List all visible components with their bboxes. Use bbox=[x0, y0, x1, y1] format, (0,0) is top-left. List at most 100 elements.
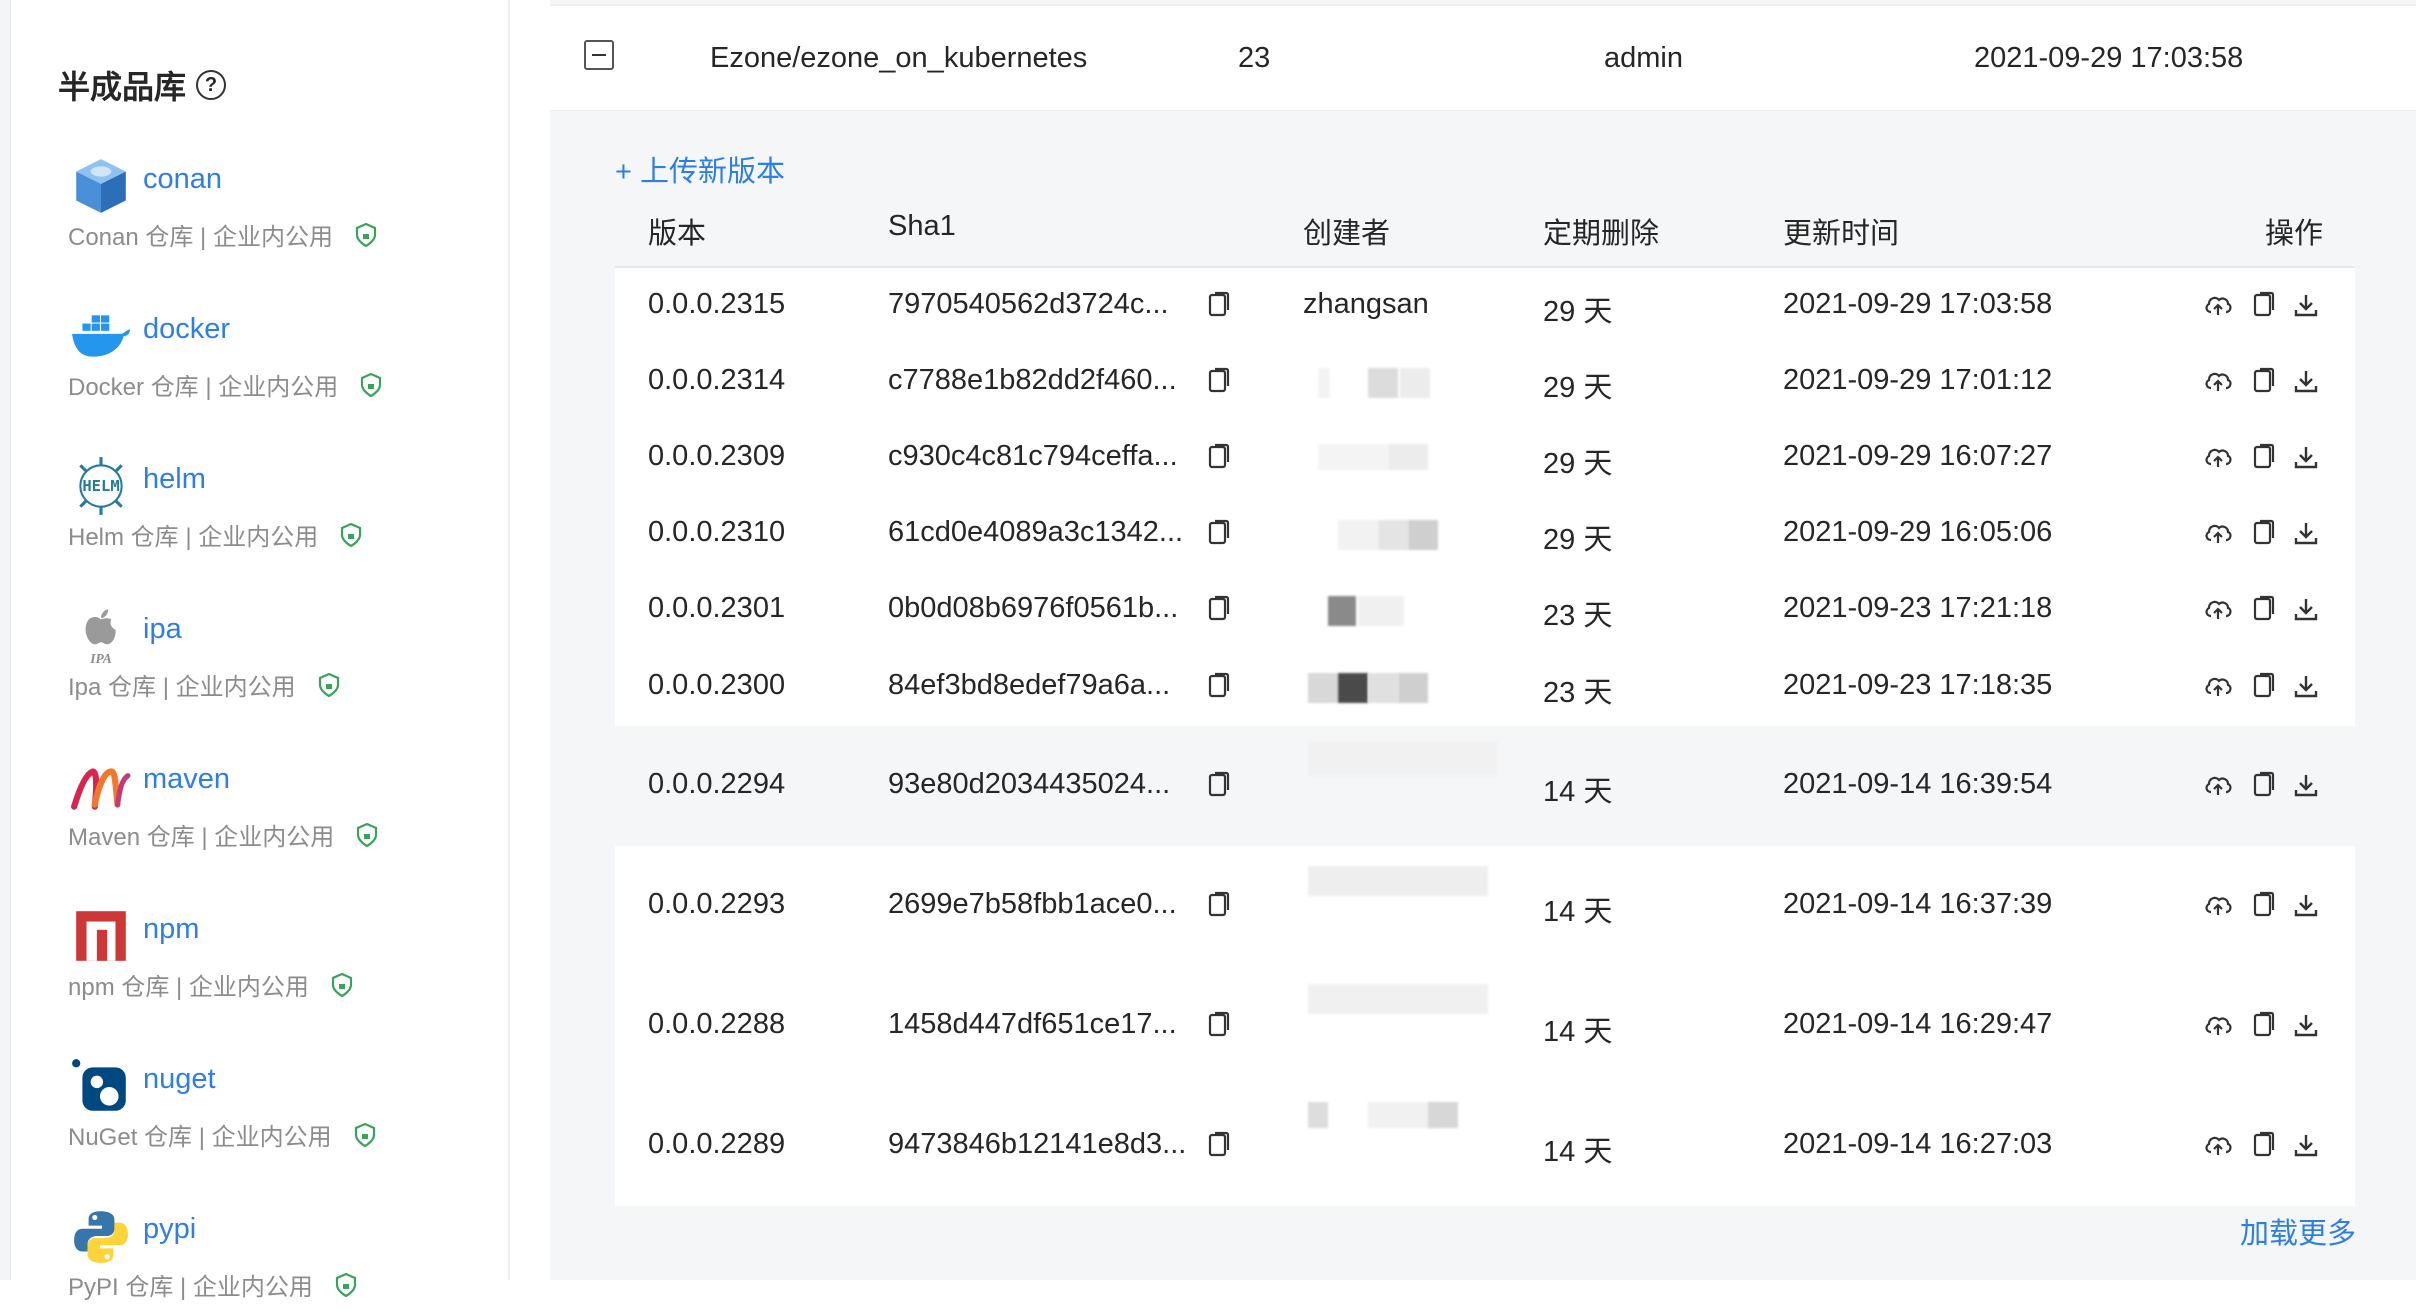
table-row: 0.0.0.2315 7970540562d3724c... zhangsan 29 … bbox=[615, 268, 2355, 344]
sha1-cell: 0b0d08b6976f0561b... bbox=[888, 592, 1179, 624]
copy-icon[interactable] bbox=[2247, 594, 2277, 624]
download-icon[interactable] bbox=[2291, 442, 2321, 472]
copy-icon[interactable] bbox=[2247, 1130, 2277, 1160]
redacted-creator bbox=[1368, 673, 1398, 703]
shield-icon bbox=[361, 372, 382, 397]
header-expire: 定期删除 bbox=[1543, 218, 1660, 250]
upload-cloud-icon[interactable] bbox=[2203, 442, 2233, 472]
copy-icon[interactable] bbox=[2247, 890, 2277, 920]
version-cell: 0.0.0.2301 bbox=[648, 592, 786, 624]
copy-sha1-icon[interactable] bbox=[1202, 594, 1232, 624]
upload-cloud-icon[interactable] bbox=[2203, 366, 2233, 396]
updated-cell: 2021-09-29 17:03:58 bbox=[1783, 288, 2053, 320]
upload-cloud-icon[interactable] bbox=[2203, 890, 2233, 920]
repo-desc: PyPI 仓库 | 企业内公用 bbox=[68, 1267, 357, 1302]
upload-new-version-link[interactable]: + 上传新版本 bbox=[615, 148, 785, 190]
repo-desc: npm 仓库 | 企业内公用 bbox=[68, 967, 353, 1002]
sha1-cell: 9473846b12141e8d3... bbox=[888, 1128, 1187, 1160]
upload-cloud-icon[interactable] bbox=[2203, 671, 2233, 701]
download-icon[interactable] bbox=[2291, 770, 2321, 800]
repo-name: npm bbox=[143, 913, 200, 945]
upload-cloud-icon[interactable] bbox=[2203, 770, 2233, 800]
redacted-creator bbox=[1428, 1102, 1458, 1128]
repo-item-pypi[interactable]: pypi PyPI 仓库 | 企业内公用 bbox=[58, 1205, 498, 1315]
creator-cell: zhangsan bbox=[1303, 288, 1429, 320]
updated-cell: 2021-09-14 16:39:54 bbox=[1783, 768, 2053, 800]
download-icon[interactable] bbox=[2291, 290, 2321, 320]
copy-icon[interactable] bbox=[2247, 442, 2277, 472]
updated-cell: 2021-09-23 17:18:35 bbox=[1783, 669, 2053, 701]
copy-sha1-icon[interactable] bbox=[1202, 442, 1232, 472]
version-cell: 0.0.0.2289 bbox=[648, 1128, 786, 1160]
copy-icon[interactable] bbox=[2247, 770, 2277, 800]
table-row: 0.0.0.2301 0b0d08b6976f0561b... 23 天 2021-0… bbox=[615, 572, 2355, 648]
copy-icon[interactable] bbox=[2247, 290, 2277, 320]
load-more-link[interactable]: 加载更多 bbox=[2240, 1210, 2356, 1252]
download-icon[interactable] bbox=[2291, 890, 2321, 920]
copy-icon[interactable] bbox=[2247, 1010, 2277, 1040]
updated-cell: 2021-09-29 16:05:06 bbox=[1783, 516, 2053, 548]
download-icon[interactable] bbox=[2291, 671, 2321, 701]
download-icon[interactable] bbox=[2291, 518, 2321, 548]
upload-cloud-icon[interactable] bbox=[2203, 1010, 2233, 1040]
expire-cell: 29 天 bbox=[1543, 372, 1613, 404]
help-icon[interactable]: ? bbox=[196, 70, 227, 100]
expire-cell: 29 天 bbox=[1543, 448, 1613, 480]
sha1-cell: 84ef3bd8edef79a6a... bbox=[888, 669, 1171, 701]
svg-text:HELM: HELM bbox=[82, 477, 119, 495]
copy-icon[interactable] bbox=[2247, 518, 2277, 548]
package-row[interactable]: Ezone/ezone_on_kubernetes 23 admin 2021-… bbox=[550, 6, 2416, 111]
upload-cloud-icon[interactable] bbox=[2203, 594, 2233, 624]
updated-cell: 2021-09-29 16:07:27 bbox=[1783, 440, 2053, 472]
repo-item-nuget[interactable]: nuget NuGet 仓库 | 企业内公用 bbox=[58, 1055, 498, 1165]
version-cell: 0.0.0.2288 bbox=[648, 1008, 786, 1040]
download-icon[interactable] bbox=[2291, 366, 2321, 396]
upload-cloud-icon[interactable] bbox=[2203, 518, 2233, 548]
redacted-creator bbox=[1318, 444, 1388, 470]
repo-item-helm[interactable]: HELM helm Helm 仓库 | 企业内公用 bbox=[58, 455, 498, 565]
copy-sha1-icon[interactable] bbox=[1202, 1010, 1232, 1040]
repo-name: docker bbox=[143, 313, 231, 345]
copy-sha1-icon[interactable] bbox=[1202, 890, 1232, 920]
shield-icon bbox=[354, 1122, 375, 1147]
repo-desc: Docker 仓库 | 企业内公用 bbox=[68, 367, 382, 402]
copy-sha1-icon[interactable] bbox=[1202, 770, 1232, 800]
redacted-creator bbox=[1378, 520, 1408, 550]
copy-icon[interactable] bbox=[2247, 366, 2277, 396]
header-updated: 更新时间 bbox=[1783, 218, 1900, 250]
repo-desc-text: Docker 仓库 | 企业内公用 bbox=[68, 374, 339, 401]
version-cell: 0.0.0.2300 bbox=[648, 669, 786, 701]
copy-sha1-icon[interactable] bbox=[1202, 671, 1232, 701]
table-row: 0.0.0.2309 c930c4c81c794ceffa... 29 天 2021-… bbox=[615, 420, 2355, 496]
python-icon bbox=[74, 1211, 128, 1263]
repo-name: nuget bbox=[143, 1063, 216, 1095]
collapse-button[interactable] bbox=[584, 40, 614, 70]
upload-cloud-icon[interactable] bbox=[2203, 1130, 2233, 1160]
header-creator: 创建者 bbox=[1303, 218, 1391, 250]
copy-sha1-icon[interactable] bbox=[1202, 1130, 1232, 1160]
copy-sha1-icon[interactable] bbox=[1202, 290, 1232, 320]
table-row: 0.0.0.2310 61cd0e4089a3c1342... 29 天 2021-0… bbox=[615, 496, 2355, 572]
sha1-cell: 7970540562d3724c... bbox=[888, 288, 1169, 320]
copy-sha1-icon[interactable] bbox=[1202, 518, 1232, 548]
redacted-creator bbox=[1308, 673, 1338, 703]
copy-icon[interactable] bbox=[2247, 671, 2277, 701]
repo-item-ipa[interactable]: IPA ipa Ipa 仓库 | 企业内公用 bbox=[58, 605, 498, 715]
upload-cloud-icon[interactable] bbox=[2203, 290, 2233, 320]
download-icon[interactable] bbox=[2291, 594, 2321, 624]
repo-item-conan[interactable]: conan Conan 仓库 | 企业内公用 bbox=[58, 155, 498, 265]
expire-cell: 29 天 bbox=[1543, 296, 1613, 328]
repo-item-docker[interactable]: docker Docker 仓库 | 企业内公用 bbox=[58, 305, 498, 415]
download-icon[interactable] bbox=[2291, 1130, 2321, 1160]
repo-desc: Conan 仓库 | 企业内公用 bbox=[68, 217, 377, 252]
updated-cell: 2021-09-14 16:37:39 bbox=[1783, 888, 2053, 920]
copy-sha1-icon[interactable] bbox=[1202, 366, 1232, 396]
redacted-creator bbox=[1308, 984, 1488, 1014]
repo-item-maven[interactable]: maven Maven 仓库 | 企业内公用 bbox=[58, 755, 498, 865]
left-edge-strip bbox=[0, 0, 11, 1280]
download-icon[interactable] bbox=[2291, 1010, 2321, 1040]
package-creator: admin bbox=[1604, 42, 1683, 74]
package-version-count: 23 bbox=[1238, 42, 1271, 74]
repo-item-npm[interactable]: npm npm 仓库 | 企业内公用 bbox=[58, 905, 498, 1015]
repo-desc-text: Ipa 仓库 | 企业内公用 bbox=[68, 674, 296, 701]
